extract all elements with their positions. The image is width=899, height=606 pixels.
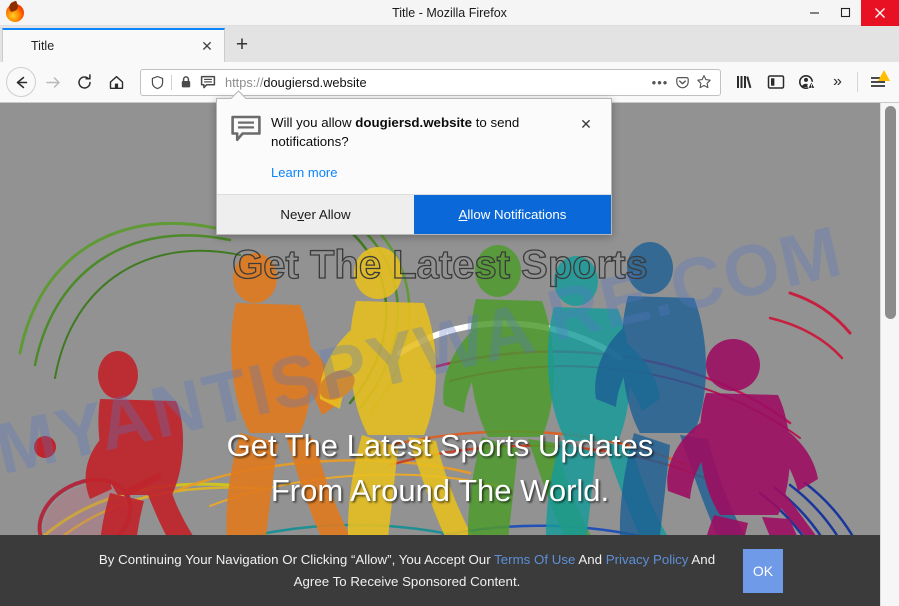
never-allow-label-post: er Allow <box>304 207 351 222</box>
vertical-scrollbar[interactable] <box>880 103 899 606</box>
popup-arrow <box>231 90 247 99</box>
never-allow-button[interactable]: Ne v er Allow <box>217 195 414 234</box>
permission-question: Will you allow dougiersd.website to send… <box>271 113 575 151</box>
page-heading-main: Get The Latest Sports Updates From Aroun… <box>0 423 880 513</box>
page-actions-icon[interactable]: ••• <box>649 71 671 93</box>
toolbar-separator <box>857 72 858 92</box>
url-host: dougiersd.website <box>263 74 367 90</box>
window-title: Title - Mozilla Firefox <box>392 5 507 20</box>
padlock-icon[interactable] <box>175 71 197 93</box>
new-tab-button[interactable]: + <box>225 28 259 62</box>
terms-of-use-link[interactable]: Terms Of Use <box>494 552 575 567</box>
minimize-button[interactable] <box>799 0 830 26</box>
consent-text-part2: And <box>575 551 606 567</box>
page-heading-line1: Get The Latest Sports Updates <box>226 428 654 463</box>
account-icon[interactable] <box>791 67 822 97</box>
forward-button[interactable] <box>36 67 68 97</box>
close-tab-icon[interactable]: ✕ <box>196 35 218 57</box>
home-button[interactable] <box>100 67 132 97</box>
firefox-logo-icon <box>6 3 24 22</box>
urlbar-actions: ••• <box>649 71 715 93</box>
consent-text: By Continuing Your Navigation Or Clickin… <box>97 549 717 593</box>
allow-notifications-button[interactable]: Allow Notifications <box>414 195 611 234</box>
consent-ok-button[interactable]: OK <box>743 548 783 593</box>
close-window-button[interactable] <box>861 0 899 26</box>
consent-bar: By Continuing Your Navigation Or Clickin… <box>0 535 880 606</box>
toolbar-icons: » <box>729 67 893 97</box>
url-bar[interactable]: https://dougiersd.website ••• <box>140 68 721 96</box>
urlbar-separator <box>171 74 172 90</box>
allow-accesskey: A <box>458 207 468 222</box>
never-allow-label-pre: Ne <box>280 207 298 222</box>
vertical-scroll-thumb[interactable] <box>885 106 896 319</box>
reload-button[interactable] <box>68 67 100 97</box>
question-prefix: Will you allow <box>271 115 356 130</box>
popup-body: Will you allow dougiersd.website to send… <box>217 99 611 194</box>
browser-tab-active[interactable]: Title ✕ <box>2 28 225 62</box>
title-bar: Title - Mozilla Firefox <box>0 0 899 26</box>
library-icon[interactable] <box>729 67 760 97</box>
back-button[interactable] <box>6 67 36 97</box>
pocket-icon[interactable] <box>671 71 693 93</box>
firefox-window: Title - Mozilla Firefox Title ✕ + https:… <box>0 0 899 606</box>
menu-warning-badge-icon <box>878 70 890 81</box>
sidebar-icon[interactable] <box>760 67 791 97</box>
tab-title: Title <box>31 39 55 53</box>
learn-more-link[interactable]: Learn more <box>271 165 337 180</box>
popup-actions: Ne v er Allow Allow Notifications <box>217 194 611 234</box>
consent-text-part1: By Continuing Your Navigation Or Clickin… <box>98 551 495 567</box>
question-host: dougiersd.website <box>355 115 472 130</box>
tab-strip: Title ✕ + <box>0 26 899 62</box>
navigation-toolbar: https://dougiersd.website ••• » <box>0 62 899 103</box>
tracking-protection-shield-icon[interactable] <box>146 71 168 93</box>
close-popup-icon[interactable]: ✕ <box>575 113 597 135</box>
page-heading-line2: From Around The World. <box>270 473 610 508</box>
window-controls <box>799 0 899 26</box>
maximize-button[interactable] <box>830 0 861 26</box>
page-heading-top: Get The Latest Sports <box>232 242 649 287</box>
hamburger-menu-icon[interactable] <box>862 67 893 97</box>
popup-main: Will you allow dougiersd.website to send… <box>265 113 575 182</box>
url-scheme: https:// <box>225 74 264 90</box>
privacy-policy-link[interactable]: Privacy Policy <box>606 552 689 567</box>
bookmark-star-icon[interactable] <box>693 71 715 93</box>
url-text[interactable]: https://dougiersd.website <box>225 75 649 90</box>
notification-permission-icon[interactable] <box>197 71 219 93</box>
overflow-chevron-icon[interactable]: » <box>822 67 853 97</box>
notification-bubble-icon <box>231 113 265 182</box>
never-allow-accesskey: v <box>297 207 305 222</box>
notification-permission-popup: Will you allow dougiersd.website to send… <box>216 98 612 235</box>
allow-label-post: llow Notifications <box>467 207 567 222</box>
